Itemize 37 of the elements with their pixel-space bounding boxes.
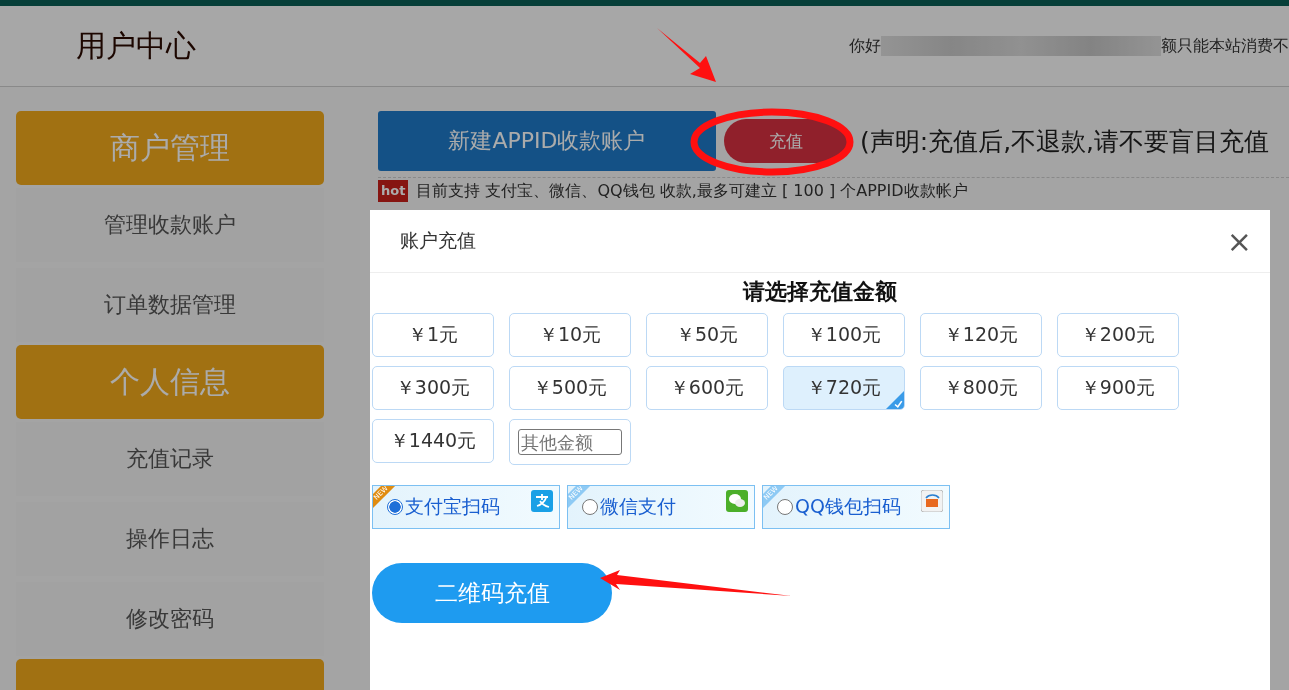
notice-text: (声明:充值后,不退款,请不要盲目充值 bbox=[860, 125, 1270, 158]
hot-badge: hot bbox=[378, 180, 409, 202]
amount-option[interactable]: ￥300元 bbox=[372, 366, 494, 410]
sidebar-section-header: 个人信息 bbox=[16, 345, 324, 419]
check-corner-icon bbox=[886, 391, 904, 409]
info-text: 目前支持 支付宝、微信、QQ钱包 收款,最多可建立 [ 100 ] 个APPID收款帐户 bbox=[416, 181, 968, 201]
amount-option[interactable]: ￥600元 bbox=[646, 366, 768, 410]
close-button[interactable]: × bbox=[1220, 223, 1258, 259]
amount-option[interactable]: ￥120元 bbox=[920, 313, 1042, 357]
amount-option[interactable]: ￥1440元 bbox=[372, 419, 494, 463]
payment-label: QQ钱包扫码 bbox=[795, 494, 901, 519]
amount-option[interactable]: ￥10元 bbox=[509, 313, 631, 357]
radio-button[interactable] bbox=[777, 499, 793, 515]
section-heading: 请选择充值金额 bbox=[741, 278, 898, 306]
greeting-text: 你好 bbox=[849, 35, 881, 57]
amount-option[interactable]: ￥800元 bbox=[920, 366, 1042, 410]
balance-note: 额只能本站消费不 bbox=[1161, 35, 1289, 57]
chat-bubbles-icon bbox=[726, 490, 748, 512]
amount-option[interactable]: ￥200元 bbox=[1057, 313, 1179, 357]
amount-option[interactable]: ￥1元 bbox=[372, 313, 494, 357]
payment-label: 支付宝扫码 bbox=[405, 494, 500, 519]
payment-label: 微信支付 bbox=[600, 494, 676, 519]
dialog-title: 账户充值 bbox=[400, 228, 476, 253]
amount-option[interactable]: ￥900元 bbox=[1057, 366, 1179, 410]
payment-logo-icon bbox=[531, 490, 553, 512]
site-title: 用户中心 bbox=[76, 26, 196, 65]
amount-option[interactable]: ￥100元 bbox=[783, 313, 905, 357]
amount-option[interactable]: ￥500元 bbox=[509, 366, 631, 410]
radio-button[interactable] bbox=[582, 499, 598, 515]
wallet-logo-icon bbox=[921, 490, 943, 512]
amount-option[interactable]: ￥50元 bbox=[646, 313, 768, 357]
new-account-button[interactable]: 新建APPID收款账户 bbox=[378, 111, 716, 171]
recharge-button[interactable]: 充值 bbox=[724, 119, 848, 163]
amount-input[interactable]: 其他金额 bbox=[518, 429, 622, 455]
amount-option[interactable]: ￥720元 bbox=[783, 366, 905, 410]
sidebar-section-header: 商户管理 bbox=[16, 111, 324, 185]
radio-button[interactable] bbox=[387, 499, 403, 515]
